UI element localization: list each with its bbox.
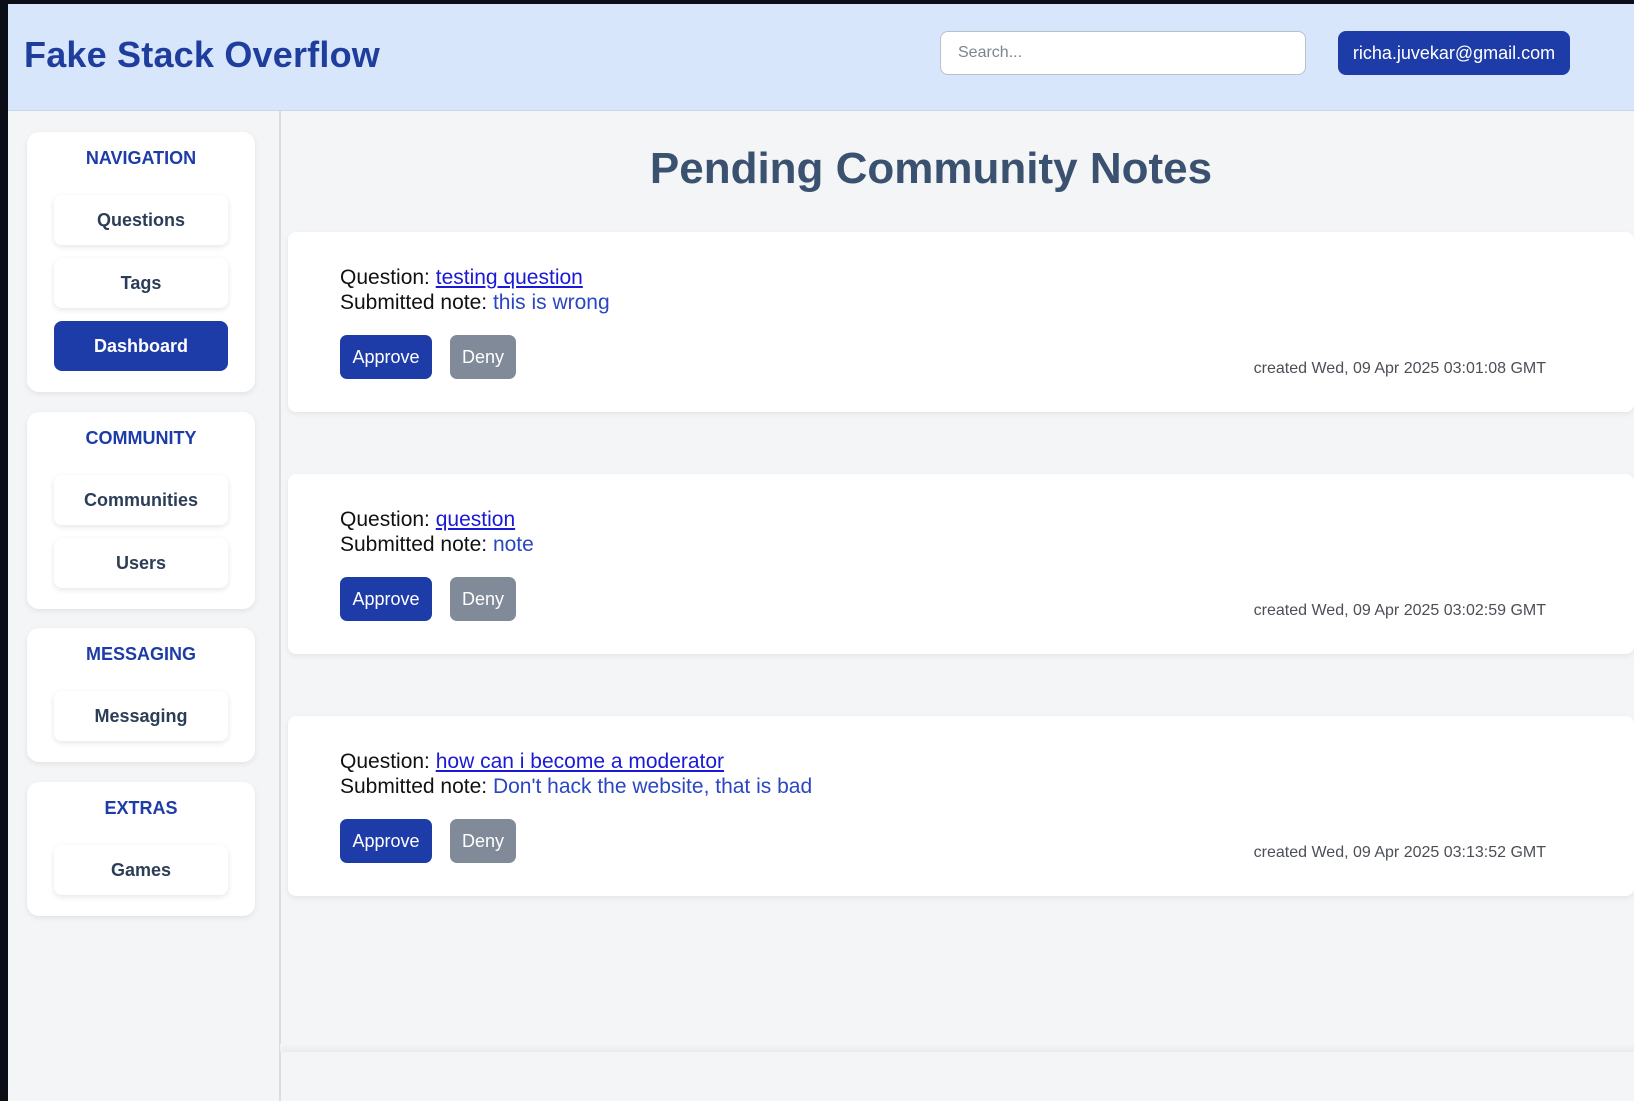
top-header: Fake Stack Overflow richa.juvekar@gmail.… <box>8 4 1634 111</box>
sidebar-item-games[interactable]: Games <box>54 845 228 895</box>
community-note-card: Question: testing question Submitted not… <box>288 232 1634 412</box>
sidebar: NAVIGATION Questions Tags Dashboard COMM… <box>8 111 281 1101</box>
question-link[interactable]: testing question <box>436 266 583 289</box>
question-line: Question: question <box>340 508 515 532</box>
question-line: Question: testing question <box>340 266 583 290</box>
sidebar-item-users[interactable]: Users <box>54 538 228 588</box>
submitted-note-label: Submitted note: <box>340 533 493 556</box>
sidebar-item-communities[interactable]: Communities <box>54 475 228 525</box>
community-note-card: Question: how can i become a moderator S… <box>288 716 1634 896</box>
question-line: Question: how can i become a moderator <box>340 750 724 774</box>
question-link[interactable]: how can i become a moderator <box>436 750 724 773</box>
section-title-community: COMMUNITY <box>85 428 197 448</box>
submitted-note-line: Submitted note: this is wrong <box>340 291 610 315</box>
question-label: Question: <box>340 750 436 773</box>
submitted-note-text: this is wrong <box>492 291 610 314</box>
sidebar-item-dashboard[interactable]: Dashboard <box>54 321 228 371</box>
approve-button[interactable]: Approve <box>340 577 432 621</box>
sidebar-section-messaging: MESSAGING Messaging <box>27 628 255 762</box>
site-logo-title[interactable]: Fake Stack Overflow <box>24 34 380 76</box>
question-link[interactable]: question <box>436 508 515 531</box>
submitted-note-text: note <box>492 533 534 556</box>
sidebar-section-community: COMMUNITY Communities Users <box>27 412 255 609</box>
question-label: Question: <box>340 508 436 531</box>
sidebar-section-navigation: NAVIGATION Questions Tags Dashboard <box>27 132 255 392</box>
app-window: Fake Stack Overflow richa.juvekar@gmail.… <box>8 4 1634 1101</box>
search-input[interactable] <box>940 31 1306 75</box>
sidebar-section-extras: EXTRAS Games <box>27 782 255 916</box>
deny-button[interactable]: Deny <box>450 577 516 621</box>
user-account-button[interactable]: richa.juvekar@gmail.com <box>1338 31 1570 75</box>
submitted-note-line: Submitted note: Don't hack the website, … <box>340 775 812 799</box>
created-timestamp: created Wed, 09 Apr 2025 03:13:52 GMT <box>1253 844 1546 861</box>
section-title-navigation: NAVIGATION <box>85 148 197 168</box>
section-title-extras: EXTRAS <box>104 798 178 818</box>
bottom-edge <box>280 1044 1634 1052</box>
submitted-note-label: Submitted note: <box>340 775 493 798</box>
submitted-note-line: Submitted note: note <box>340 533 534 557</box>
approve-button[interactable]: Approve <box>340 335 432 379</box>
section-title-messaging: MESSAGING <box>85 644 196 664</box>
sidebar-item-messaging[interactable]: Messaging <box>54 691 228 741</box>
sidebar-item-tags[interactable]: Tags <box>54 258 228 308</box>
deny-button[interactable]: Deny <box>450 335 516 379</box>
community-note-card: Question: question Submitted note: note … <box>288 474 1634 654</box>
created-timestamp: created Wed, 09 Apr 2025 03:01:08 GMT <box>1253 360 1546 377</box>
sidebar-item-questions[interactable]: Questions <box>54 195 228 245</box>
submitted-note-label: Submitted note: <box>340 291 493 314</box>
page-title: Pending Community Notes <box>649 144 1213 193</box>
submitted-note-text: Don't hack the website, that is bad <box>492 775 813 798</box>
approve-button[interactable]: Approve <box>340 819 432 863</box>
created-timestamp: created Wed, 09 Apr 2025 03:02:59 GMT <box>1253 602 1546 619</box>
question-label: Question: <box>340 266 436 289</box>
deny-button[interactable]: Deny <box>450 819 516 863</box>
